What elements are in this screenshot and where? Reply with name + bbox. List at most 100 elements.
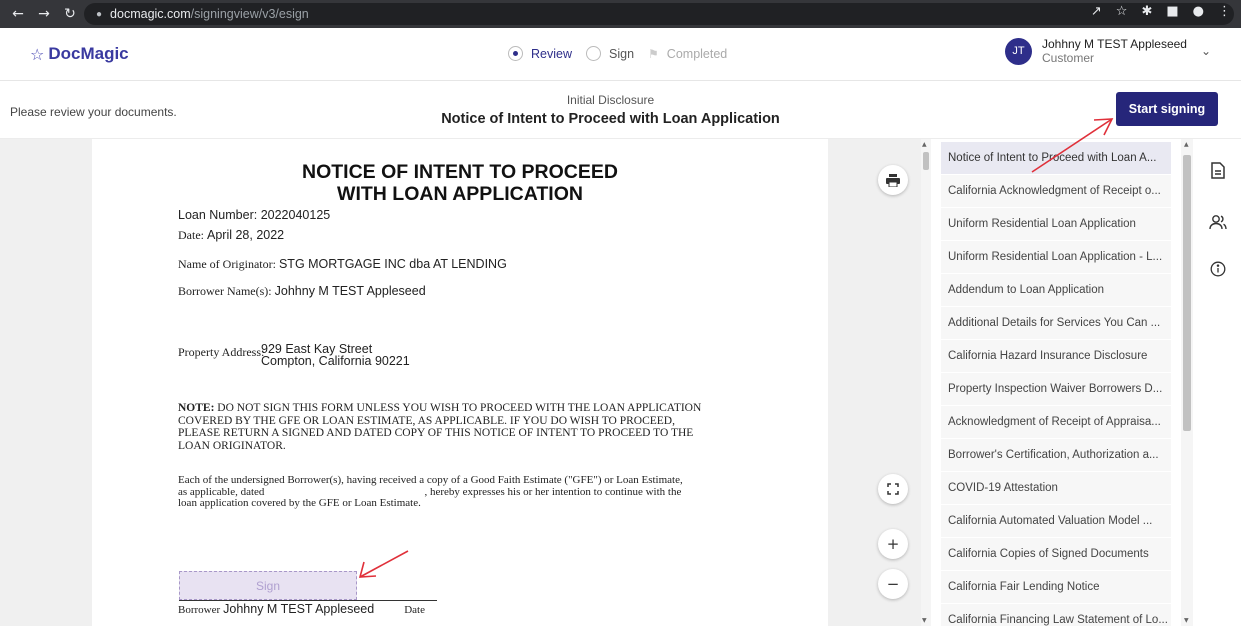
address-bar[interactable]: ● docmagic.com/signingview/v3/esign xyxy=(84,3,1234,25)
profile-icon[interactable]: ● xyxy=(1193,4,1204,19)
doc-list-item[interactable]: Uniform Residential Loan Application - L… xyxy=(941,241,1171,273)
lock-icon: ● xyxy=(96,8,103,20)
url-host: docmagic.com xyxy=(110,7,191,21)
property-row: Property Address: xyxy=(178,345,264,360)
note-paragraph: NOTE: DO NOT SIGN THIS FORM UNLESS YOU W… xyxy=(178,402,744,452)
bookmark-star-icon[interactable]: ☆ xyxy=(1116,4,1128,19)
note-line-2: COVERED BY THE GFE OR LOAN ESTIMATE, AS … xyxy=(178,414,675,427)
body-line-3: loan application covered by the GFE or L… xyxy=(178,497,421,509)
zoom-in-icon[interactable]: + xyxy=(878,529,908,559)
property-label: Property Address: xyxy=(178,345,265,359)
doc-list-item[interactable]: Additional Details for Services You Can … xyxy=(941,307,1171,339)
document-icon[interactable] xyxy=(1205,157,1231,183)
info-icon[interactable] xyxy=(1205,256,1231,282)
document-header: Please review your documents. Initial Di… xyxy=(0,81,1241,139)
loan-number-row: Loan Number: 2022040125 xyxy=(178,208,330,222)
logo-star-icon: ☆ xyxy=(30,44,45,64)
originator-value: STG MORTGAGE INC dba AT LENDING xyxy=(278,257,507,271)
doc-list-item[interactable]: California Financing Law Statement of Lo… xyxy=(941,604,1171,626)
doc-list-item[interactable]: Addendum to Loan Application xyxy=(941,274,1171,306)
date-row: Date: April 28, 2022 xyxy=(178,228,284,243)
user-role: Customer xyxy=(1042,51,1095,65)
extensions-icon[interactable]: ✱ xyxy=(1141,4,1152,19)
date-label: Date: xyxy=(178,228,204,242)
list-scroll-up-icon[interactable]: ▲ xyxy=(1184,141,1189,148)
document-page: NOTICE OF INTENT TO PROCEED WITH LOAN AP… xyxy=(92,139,828,626)
zoom-out-icon[interactable]: − xyxy=(878,569,908,599)
borrower-label: Borrower Name(s): xyxy=(178,284,272,298)
app-header: ☆ DocMagic Review Sign ⚑ Completed JT Jo… xyxy=(0,28,1241,81)
right-rail xyxy=(1196,139,1241,626)
print-icon[interactable] xyxy=(878,165,908,195)
doc-list-item[interactable]: California Automated Valuation Model ... xyxy=(941,505,1171,537)
doc-list-item[interactable]: COVID-19 Attestation xyxy=(941,472,1171,504)
step-completed-label: Completed xyxy=(666,46,728,61)
reload-icon[interactable]: ↻ xyxy=(62,6,78,22)
property-line-2: Compton, California 90221 xyxy=(261,354,410,368)
note-line-3: PLEASE RETURN A SIGNED AND DATED COPY OF… xyxy=(178,427,694,439)
document-type: Initial Disclosure xyxy=(566,93,655,107)
date-sig-label: Date xyxy=(404,604,425,616)
heading-line-2: WITH LOAN APPLICATION xyxy=(337,183,583,205)
viewer-scrollbar[interactable]: ▲ ▼ xyxy=(921,139,931,626)
property-address: 929 East Kay Street Compton, California … xyxy=(261,343,410,368)
user-name: Johhny M TEST Appleseed xyxy=(1042,37,1187,51)
doc-list-item[interactable]: Notice of Intent to Proceed with Loan A.… xyxy=(941,142,1171,174)
borrower-row: Borrower Name(s): Johhny M TEST Applesee… xyxy=(178,284,426,299)
logo-text: DocMagic xyxy=(48,44,129,63)
loan-number-value: 2022040125 xyxy=(260,208,331,222)
document-title: Notice of Intent to Proceed with Loan Ap… xyxy=(441,111,780,127)
doc-list-item[interactable]: Property Inspection Waiver Borrowers D..… xyxy=(941,373,1171,405)
loan-number-label: Loan Number: xyxy=(178,208,258,222)
signature-line xyxy=(179,600,437,601)
step-sign-radio[interactable] xyxy=(586,46,601,61)
chevron-down-icon[interactable]: ⌄ xyxy=(1201,44,1211,58)
url-path: /signingview/v3/esign xyxy=(190,7,309,21)
browser-toolbar: ← → ↻ ● docmagic.com/signingview/v3/esig… xyxy=(0,0,1241,28)
doc-list-item[interactable]: California Hazard Insurance Disclosure xyxy=(941,340,1171,372)
doc-list-item[interactable]: Uniform Residential Loan Application xyxy=(941,208,1171,240)
avatar: JT xyxy=(1005,37,1032,65)
note-bold-label: NOTE: xyxy=(178,402,215,414)
scroll-up-icon[interactable]: ▲ xyxy=(922,141,927,148)
doc-list-item[interactable]: California Copies of Signed Documents xyxy=(941,538,1171,570)
sign-field[interactable]: Sign xyxy=(179,571,357,600)
share-icon[interactable]: ↗ xyxy=(1091,4,1102,19)
back-icon[interactable]: ← xyxy=(10,6,26,22)
forward-icon[interactable]: → xyxy=(36,6,52,22)
doc-list-scroll-thumb[interactable] xyxy=(1183,155,1191,431)
docmagic-logo[interactable]: ☆ DocMagic xyxy=(30,44,129,64)
document-heading: NOTICE OF INTENT TO PROCEED WITH LOAN AP… xyxy=(92,161,828,205)
browser-menu-icon[interactable]: ⋮ xyxy=(1218,4,1231,19)
step-review-radio[interactable] xyxy=(508,46,523,61)
doc-list-item[interactable]: Acknowledgment of Receipt of Appraisa... xyxy=(941,406,1171,438)
doc-list-item[interactable]: California Fair Lending Notice xyxy=(941,571,1171,603)
borrower-sig-label: Borrower xyxy=(178,604,221,616)
scroll-down-icon[interactable]: ▼ xyxy=(922,617,927,624)
document-viewer[interactable]: NOTICE OF INTENT TO PROCEED WITH LOAN AP… xyxy=(0,139,931,626)
viewer-scroll-thumb[interactable] xyxy=(923,152,929,170)
heading-line-1: NOTICE OF INTENT TO PROCEED xyxy=(302,161,618,183)
step-review-label[interactable]: Review xyxy=(531,47,572,61)
borrower-sig-name: Johhny M TEST Appleseed xyxy=(223,602,375,616)
originator-row: Name of Originator: STG MORTGAGE INC dba… xyxy=(178,257,507,272)
doc-list-item[interactable]: California Acknowledgment of Receipt o..… xyxy=(941,175,1171,207)
fullscreen-icon[interactable] xyxy=(878,474,908,504)
intent-paragraph: Each of the undersigned Borrower(s), hav… xyxy=(178,474,744,510)
sidepanel-icon[interactable]: ■ xyxy=(1166,4,1178,19)
note-line-1: DO NOT SIGN THIS FORM UNLESS YOU WISH TO… xyxy=(217,402,702,414)
borrower-value: Johhny M TEST Appleseed xyxy=(274,284,426,298)
step-sign-label[interactable]: Sign xyxy=(609,47,634,61)
doc-list-scrollbar[interactable]: ▲ ▼ xyxy=(1181,139,1193,626)
doc-list-item[interactable]: Borrower's Certification, Authorization … xyxy=(941,439,1171,471)
signing-steps: Review Sign ⚑ Completed xyxy=(508,46,727,61)
body-line-2a: as applicable, dated xyxy=(178,485,265,498)
user-menu[interactable]: JT Johhny M TEST Appleseed Customer ⌄ xyxy=(1005,37,1211,65)
users-icon[interactable] xyxy=(1205,209,1231,235)
list-scroll-down-icon[interactable]: ▼ xyxy=(1184,617,1189,624)
note-line-4: LOAN ORIGINATOR. xyxy=(178,439,286,452)
document-list: Notice of Intent to Proceed with Loan A.… xyxy=(941,139,1185,626)
date-value: April 28, 2022 xyxy=(207,228,285,242)
start-signing-button[interactable]: Start signing xyxy=(1116,92,1218,126)
body-line-2b: , hereby expresses his or her intention … xyxy=(424,485,682,498)
